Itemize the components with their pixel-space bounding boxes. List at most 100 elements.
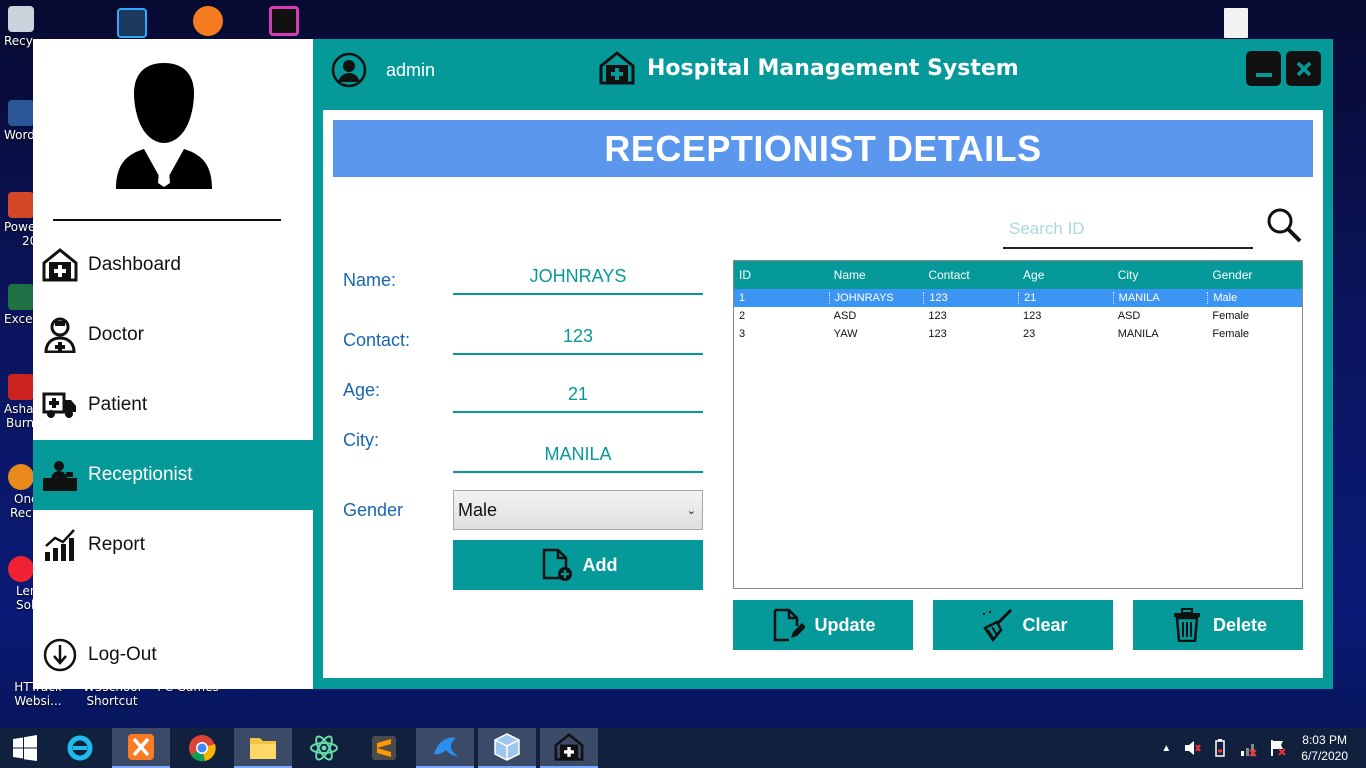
start-button[interactable] <box>0 728 50 768</box>
receptionist-icon <box>42 457 78 493</box>
flag-icon[interactable] <box>1269 739 1287 757</box>
taskbar-mysql[interactable] <box>416 728 474 768</box>
clock-time: 8:03 PM <box>1302 733 1347 747</box>
excel-icon[interactable] <box>8 284 34 310</box>
column-header-age[interactable]: Age <box>1018 268 1113 282</box>
ambulance-icon <box>42 387 78 423</box>
minimize-button[interactable] <box>1246 51 1281 86</box>
hospital-icon <box>42 247 78 283</box>
taskbar-sublime[interactable] <box>354 728 414 768</box>
table-cell-gender: Female <box>1212 328 1250 340</box>
show-hidden-icons-icon[interactable]: ▲ <box>1161 743 1171 754</box>
sidebar-item-label: Log-Out <box>88 644 157 665</box>
sidebar-item-dashboard[interactable]: Dashboard <box>33 230 313 300</box>
table-row[interactable]: 2 ASD 123 123 ASD Female <box>734 307 1302 325</box>
desktop-icon-intellij[interactable] <box>246 6 322 38</box>
taskbar-internet-explorer[interactable] <box>50 728 110 768</box>
volume-muted-icon[interactable] <box>1183 739 1202 757</box>
app-title-text: Hospital Management System <box>647 55 1019 81</box>
table-cell-gender: Female <box>1212 310 1250 322</box>
sidebar-item-label: Report <box>88 534 146 555</box>
table-cell-id: 3 <box>739 328 746 340</box>
main-area: admin Hospital Management System RECEPTI… <box>313 39 1333 689</box>
delete-button[interactable]: Delete <box>1133 600 1303 650</box>
column-header-name[interactable]: Name <box>829 268 924 282</box>
sublime-icon <box>372 736 396 760</box>
sidebar-item-logout[interactable]: Log-Out <box>33 620 313 690</box>
network-disconnected-icon[interactable] <box>1239 739 1257 757</box>
column-header-gender[interactable]: Gender <box>1207 268 1302 282</box>
sidebar-item-patient[interactable]: Patient <box>33 370 313 440</box>
column-header-id[interactable]: ID <box>734 268 829 282</box>
ashampoo-icon[interactable] <box>8 374 34 400</box>
age-label: Age: <box>343 380 381 400</box>
onenote-icon[interactable] <box>8 464 34 490</box>
sidebar-item-receptionist[interactable]: Receptionist <box>33 440 313 510</box>
contact-field[interactable] <box>453 319 703 355</box>
update-button-label: Update <box>814 614 876 635</box>
table-cell-contact: 123 <box>923 292 1018 304</box>
table-cell-name: YAW <box>833 328 858 340</box>
desktop-icon-file[interactable] <box>1198 8 1274 40</box>
taskbar-atom[interactable] <box>294 728 354 768</box>
table-cell-contact: 123 <box>928 328 947 340</box>
gender-select[interactable]: Male ⌄ <box>453 490 703 530</box>
search-input[interactable] <box>1003 211 1253 249</box>
table-cell-contact: 123 <box>928 310 947 322</box>
chrome-icon <box>189 735 216 762</box>
table-cell-age: 123 <box>1023 310 1042 322</box>
sidebar-item-doctor[interactable]: Doctor <box>33 300 313 370</box>
battery-icon[interactable] <box>1213 739 1227 757</box>
receptionist-table[interactable]: ID Name Contact Age City Gender 1 JOHNRA… <box>733 260 1303 589</box>
table-cell-id: 1 <box>739 292 746 304</box>
clear-button[interactable]: Clear <box>933 600 1113 650</box>
desktop-icon-app[interactable] <box>170 6 246 38</box>
chart-icon <box>42 527 78 563</box>
document-icon <box>1224 8 1248 38</box>
name-label: Name: <box>343 270 397 290</box>
sidebar-item-report[interactable]: Report <box>33 510 313 580</box>
photoshop-icon <box>117 8 147 38</box>
search-icon[interactable] <box>1265 206 1303 244</box>
edit-file-icon <box>770 607 806 643</box>
folder-icon <box>250 738 276 759</box>
table-cell-city: ASD <box>1117 310 1141 322</box>
update-button[interactable]: Update <box>733 600 913 650</box>
column-header-city[interactable]: City <box>1113 268 1208 282</box>
age-field[interactable] <box>453 377 703 413</box>
cube-icon <box>494 733 520 761</box>
taskbar-xampp[interactable] <box>112 728 170 768</box>
table-row[interactable]: 1 JOHNRAYS 123 21 MANILA Male <box>734 289 1302 307</box>
close-icon <box>1296 61 1311 76</box>
powerpoint-icon[interactable] <box>8 192 34 218</box>
add-button[interactable]: Add <box>453 540 703 590</box>
lenovo-icon[interactable] <box>8 556 34 582</box>
clock[interactable]: 8:03 PM 6/7/2020 <box>1301 732 1348 764</box>
page-heading: RECEPTIONIST DETAILS <box>333 120 1313 177</box>
recycle-bin-icon[interactable] <box>8 6 34 32</box>
gender-selected-value: Male <box>458 499 498 520</box>
taskbar-hospital-app[interactable] <box>540 728 598 768</box>
desktop-icon-photoshop[interactable] <box>94 8 170 40</box>
close-button[interactable] <box>1286 51 1321 86</box>
name-field[interactable] <box>453 259 703 295</box>
desktop-label: Shortcut <box>86 694 138 708</box>
table-cell-age: 21 <box>1018 292 1113 304</box>
user-circle-icon <box>331 52 367 88</box>
content-panel: RECEPTIONIST DETAILS Name: Contact: Age:… <box>323 110 1323 678</box>
trash-icon <box>1169 607 1205 643</box>
table-cell-gender: Male <box>1207 292 1302 304</box>
doctor-icon <box>42 317 78 353</box>
gender-label: Gender <box>343 500 404 520</box>
word-icon[interactable] <box>8 100 34 126</box>
taskbar-file-explorer[interactable] <box>234 728 292 768</box>
taskbar-chrome[interactable] <box>172 728 232 768</box>
add-button-label: Add <box>582 554 618 575</box>
column-header-contact[interactable]: Contact <box>923 268 1018 282</box>
city-field[interactable] <box>453 437 703 473</box>
system-tray: ▲ 8:03 PM 6/7/2020 <box>1161 728 1366 768</box>
taskbar-virtualbox[interactable] <box>478 728 536 768</box>
current-user: admin <box>331 52 435 88</box>
atom-icon <box>310 735 338 761</box>
table-row[interactable]: 3 YAW 123 23 MANILA Female <box>734 325 1302 343</box>
